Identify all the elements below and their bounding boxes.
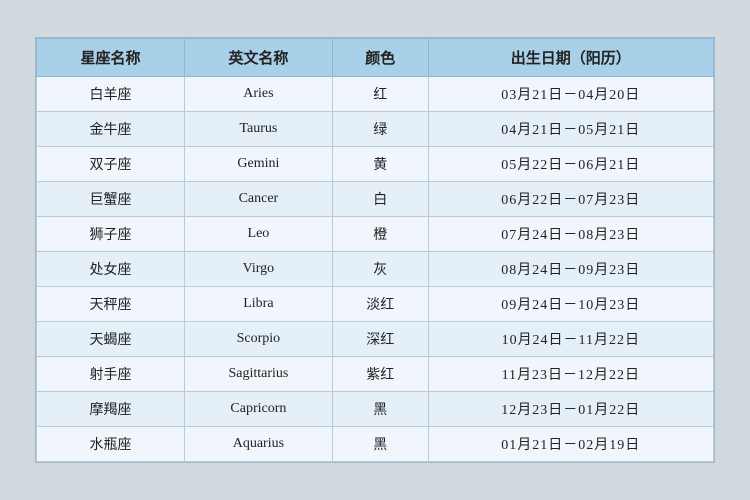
cell-date-range: 03月21日－04月20日 (428, 77, 713, 112)
table-row: 水瓶座Aquarius黑01月21日－02月19日 (37, 427, 714, 462)
cell-date-range: 12月23日－01月22日 (428, 392, 713, 427)
cell-chinese-name: 双子座 (37, 147, 185, 182)
table-row: 狮子座Leo橙07月24日－08月23日 (37, 217, 714, 252)
cell-color: 深红 (332, 322, 428, 357)
cell-color: 黄 (332, 147, 428, 182)
table-row: 天秤座Libra淡红09月24日－10月23日 (37, 287, 714, 322)
cell-english-name: Leo (184, 217, 332, 252)
cell-date-range: 11月23日－12月22日 (428, 357, 713, 392)
cell-color: 淡红 (332, 287, 428, 322)
cell-english-name: Aquarius (184, 427, 332, 462)
header-date-range: 出生日期（阳历） (428, 39, 713, 77)
cell-date-range: 05月22日－06月21日 (428, 147, 713, 182)
cell-color: 黑 (332, 427, 428, 462)
cell-chinese-name: 摩羯座 (37, 392, 185, 427)
header-color: 颜色 (332, 39, 428, 77)
cell-color: 红 (332, 77, 428, 112)
cell-chinese-name: 金牛座 (37, 112, 185, 147)
table-row: 双子座Gemini黄05月22日－06月21日 (37, 147, 714, 182)
cell-english-name: Capricorn (184, 392, 332, 427)
table-row: 摩羯座Capricorn黑12月23日－01月22日 (37, 392, 714, 427)
cell-english-name: Virgo (184, 252, 332, 287)
cell-english-name: Scorpio (184, 322, 332, 357)
table-row: 处女座Virgo灰08月24日－09月23日 (37, 252, 714, 287)
table-row: 射手座Sagittarius紫红11月23日－12月22日 (37, 357, 714, 392)
table-header-row: 星座名称 英文名称 颜色 出生日期（阳历） (37, 39, 714, 77)
cell-date-range: 10月24日－11月22日 (428, 322, 713, 357)
cell-english-name: Cancer (184, 182, 332, 217)
cell-date-range: 01月21日－02月19日 (428, 427, 713, 462)
cell-chinese-name: 巨蟹座 (37, 182, 185, 217)
cell-chinese-name: 白羊座 (37, 77, 185, 112)
cell-color: 橙 (332, 217, 428, 252)
cell-english-name: Taurus (184, 112, 332, 147)
table-row: 巨蟹座Cancer白06月22日－07月23日 (37, 182, 714, 217)
cell-color: 白 (332, 182, 428, 217)
cell-english-name: Sagittarius (184, 357, 332, 392)
table-body: 白羊座Aries红03月21日－04月20日金牛座Taurus绿04月21日－0… (37, 77, 714, 462)
table-row: 金牛座Taurus绿04月21日－05月21日 (37, 112, 714, 147)
cell-color: 灰 (332, 252, 428, 287)
cell-date-range: 08月24日－09月23日 (428, 252, 713, 287)
zodiac-table: 星座名称 英文名称 颜色 出生日期（阳历） 白羊座Aries红03月21日－04… (36, 38, 714, 462)
cell-date-range: 06月22日－07月23日 (428, 182, 713, 217)
cell-color: 绿 (332, 112, 428, 147)
cell-english-name: Gemini (184, 147, 332, 182)
table-row: 白羊座Aries红03月21日－04月20日 (37, 77, 714, 112)
header-english-name: 英文名称 (184, 39, 332, 77)
cell-chinese-name: 水瓶座 (37, 427, 185, 462)
header-chinese-name: 星座名称 (37, 39, 185, 77)
cell-chinese-name: 天蝎座 (37, 322, 185, 357)
cell-color: 黑 (332, 392, 428, 427)
table-row: 天蝎座Scorpio深红10月24日－11月22日 (37, 322, 714, 357)
cell-english-name: Libra (184, 287, 332, 322)
cell-chinese-name: 射手座 (37, 357, 185, 392)
cell-chinese-name: 狮子座 (37, 217, 185, 252)
cell-chinese-name: 处女座 (37, 252, 185, 287)
cell-date-range: 04月21日－05月21日 (428, 112, 713, 147)
cell-color: 紫红 (332, 357, 428, 392)
zodiac-table-container: 星座名称 英文名称 颜色 出生日期（阳历） 白羊座Aries红03月21日－04… (35, 37, 715, 463)
cell-date-range: 09月24日－10月23日 (428, 287, 713, 322)
cell-chinese-name: 天秤座 (37, 287, 185, 322)
cell-english-name: Aries (184, 77, 332, 112)
cell-date-range: 07月24日－08月23日 (428, 217, 713, 252)
